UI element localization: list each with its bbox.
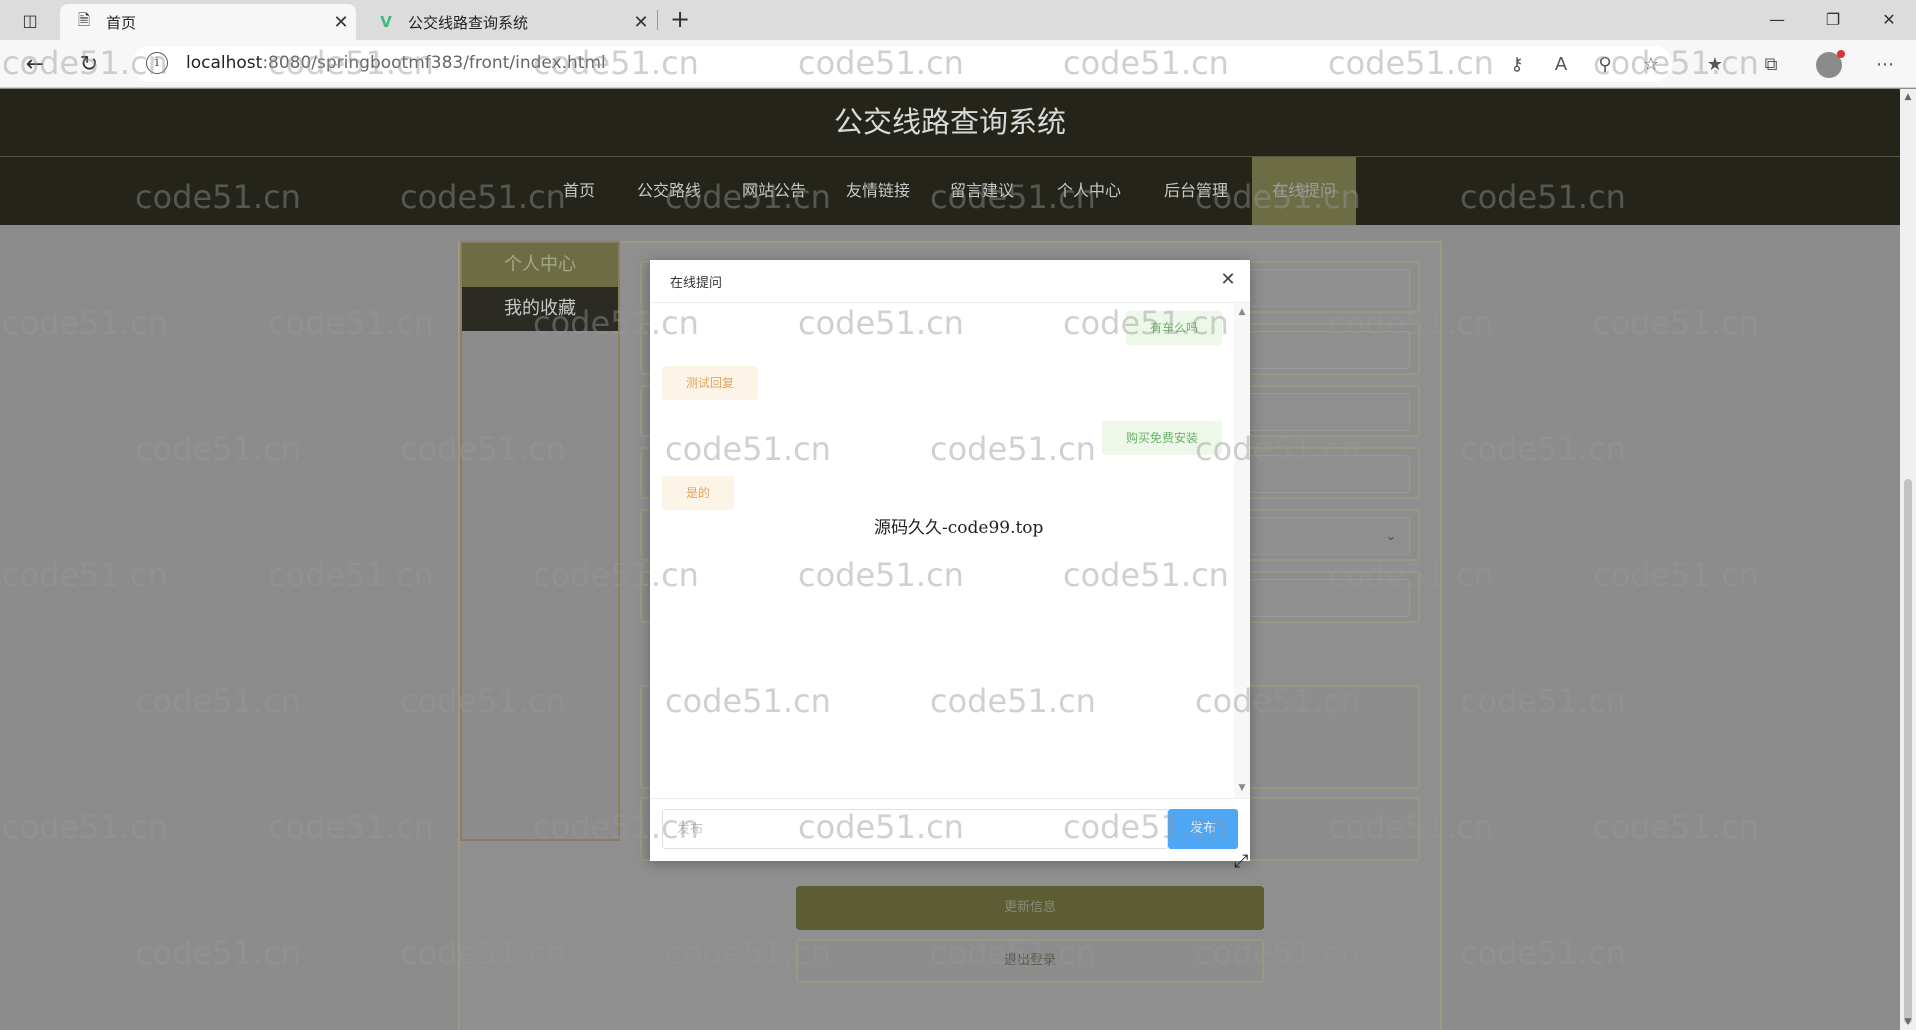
chat-message-reply: 是的 (662, 476, 735, 510)
site-title: 公交线路查询系统 (0, 89, 1900, 156)
refresh-icon[interactable]: ↻ (74, 50, 104, 80)
side-menu: 个人中心 我的收藏 (460, 241, 620, 841)
close-window-icon[interactable]: ✕ (1866, 6, 1912, 34)
favorites-icon[interactable]: ★ (1702, 52, 1728, 78)
scroll-up-icon[interactable]: ▲ (1234, 307, 1250, 317)
nav-feedback[interactable]: 留言建议 (936, 157, 1028, 225)
scroll-down-icon[interactable]: ▼ (1900, 1014, 1916, 1030)
chat-message-user: 购买免费安装 (1101, 421, 1222, 455)
chat-message-reply: 测试回复 (662, 366, 759, 400)
tab-title: 首页 (106, 13, 137, 32)
resize-handle-icon[interactable]: ⤢ (1234, 851, 1248, 872)
browser-tab-bar: ◫ 🗎 首页 ✕ V 公交线路查询系统 ✕ + — ❐ ✕ (0, 0, 1916, 40)
nav-personal-center[interactable]: 个人中心 (1042, 157, 1136, 225)
scroll-down-icon[interactable]: ▼ (1234, 783, 1250, 793)
publish-button[interactable]: 发布 (1168, 809, 1238, 849)
new-tab-button[interactable]: + (666, 6, 694, 34)
add-favorite-icon[interactable]: ☆ (1638, 52, 1664, 78)
tab-separator (657, 10, 658, 30)
profile-avatar[interactable] (1816, 50, 1845, 78)
read-aloud-icon[interactable]: A (1548, 52, 1574, 78)
url-path: :8080/springbootmf383/front/index.html (262, 53, 606, 73)
url-host: localhost (186, 53, 263, 73)
chevron-down-icon: ⌄ (1386, 529, 1397, 543)
url-text[interactable]: localhost:8080/springbootmf383/front/ind… (186, 53, 606, 73)
nav-announcements[interactable]: 网站公告 (728, 157, 820, 225)
update-info-button[interactable]: 更新信息 (796, 886, 1264, 930)
address-bar[interactable]: i localhost:8080/springbootmf383/front/i… (132, 46, 1672, 82)
browser-tab-bus-system[interactable]: V 公交线路查询系统 ✕ (362, 4, 656, 40)
more-menu-icon[interactable]: ⋯ (1872, 52, 1898, 78)
minimize-icon[interactable]: — (1754, 6, 1800, 34)
chat-scrollbar[interactable]: ▲ ▼ (1234, 303, 1250, 798)
close-icon[interactable]: ✕ (1217, 269, 1239, 291)
dialog-header: 在线提问 ✕ (650, 260, 1250, 303)
tab-title: 公交线路查询系统 (408, 13, 529, 32)
close-tab-icon[interactable]: ✕ (326, 12, 356, 33)
tab-actions-icon[interactable]: ◫ (18, 8, 42, 32)
page-scrollbar[interactable]: ▲ ▼ (1900, 89, 1916, 1030)
close-tab-icon[interactable]: ✕ (626, 12, 656, 33)
message-input[interactable] (662, 809, 1168, 849)
nav-admin[interactable]: 后台管理 (1150, 157, 1242, 225)
source-watermark: 源码久久-code99.top (874, 518, 1044, 538)
collections-icon[interactable]: ⧉ (1758, 52, 1784, 78)
zoom-out-icon[interactable]: ⚲ (1592, 52, 1618, 78)
restore-icon[interactable]: ❐ (1810, 6, 1856, 34)
logout-button[interactable]: 退出登录 (796, 939, 1264, 983)
nav-home[interactable]: 首页 (544, 157, 614, 225)
dialog-title: 在线提问 (670, 276, 723, 291)
side-item-personal-center[interactable]: 个人中心 (462, 243, 618, 287)
nav-online-question[interactable]: 在线提问 (1252, 157, 1356, 225)
site-info-icon[interactable]: i (146, 52, 168, 74)
side-item-my-favorites[interactable]: 我的收藏 (462, 287, 618, 331)
key-icon[interactable]: ⚷ (1504, 52, 1530, 78)
page-icon: 🗎 (77, 10, 91, 29)
online-question-dialog: 在线提问 ✕ 有车么吗 测试回复 购买免费安装 是的 源码久久-code99.t… (650, 260, 1250, 861)
chat-messages: 有车么吗 测试回复 购买免费安装 是的 源码久久-code99.top (650, 303, 1234, 798)
back-arrow-icon[interactable]: ← (20, 50, 50, 80)
vue-logo-icon: V (380, 13, 392, 31)
browser-toolbar: ← ↻ i localhost:8080/springbootmf383/fro… (0, 40, 1916, 88)
scroll-up-icon[interactable]: ▲ (1900, 89, 1916, 105)
browser-tab-home[interactable]: 🗎 首页 ✕ (60, 4, 356, 40)
dialog-footer: 发布 (650, 798, 1250, 861)
chat-message-user: 有车么吗 (1125, 311, 1222, 345)
nav-bus-routes[interactable]: 公交路线 (624, 157, 714, 225)
main-nav: 首页 公交路线 网站公告 友情链接 留言建议 个人中心 后台管理 在线提问 (0, 157, 1900, 225)
scroll-thumb[interactable] (1904, 479, 1912, 1024)
nav-friend-links[interactable]: 友情链接 (832, 157, 924, 225)
